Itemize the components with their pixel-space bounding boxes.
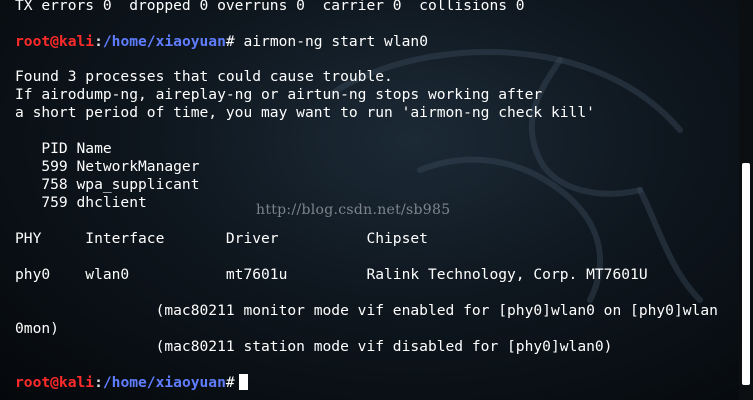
terminal-window[interactable]: http://blog.csdn.net/sb985 TX errors 0 d… [0,0,753,400]
interface-table-row: phy0 wlan0 mt7601u Ralink Technology, Co… [15,266,648,283]
prompt-mark: # [225,33,235,50]
command-text: airmon-ng start wlan0 [234,33,428,50]
check-kill-line: a short period of time, you may want to … [15,104,595,121]
warning-line: If airodump-ng, aireplay-ng or airtun-ng… [15,86,543,103]
prompt-user-host: root@kali [15,33,95,50]
process-row: 759 dhclient [15,194,147,211]
pid-header: PID Name [15,140,112,157]
command-line: root@kali:/home/xiaoyuan# airmon-ng star… [15,33,428,51]
monitor-mode-line: (mac80211 monitor mode vif enabled for [… [15,302,718,319]
tx-errors-line: TX errors 0 dropped 0 overruns 0 carrier… [15,0,525,14]
vertical-scrollbar[interactable] [739,0,753,400]
active-prompt-line[interactable]: root@kali:/home/xiaoyuan# [15,374,248,392]
station-mode-line: (mac80211 station mode vif disabled for … [15,338,613,355]
scrollbar-thumb[interactable] [742,163,750,385]
prompt-user-host: root@kali [15,374,95,391]
found-processes-line: Found 3 processes that could cause troub… [15,68,393,85]
monitor-mode-line-wrap: 0mon) [15,320,59,337]
process-row: 599 NetworkManager [15,158,200,175]
blog-watermark-text: http://blog.csdn.net/sb985 [256,202,451,218]
prompt-path: /home/xiaoyuan [102,33,226,50]
interface-table-header: PHY Interface Driver Chipset [15,230,428,247]
prompt-separator: : [94,374,103,391]
prompt-separator: : [94,33,103,50]
text-cursor [238,374,248,390]
prompt-path: /home/xiaoyuan [102,374,226,391]
prompt-mark: # [225,374,235,391]
process-row: 758 wpa_supplicant [15,176,200,193]
